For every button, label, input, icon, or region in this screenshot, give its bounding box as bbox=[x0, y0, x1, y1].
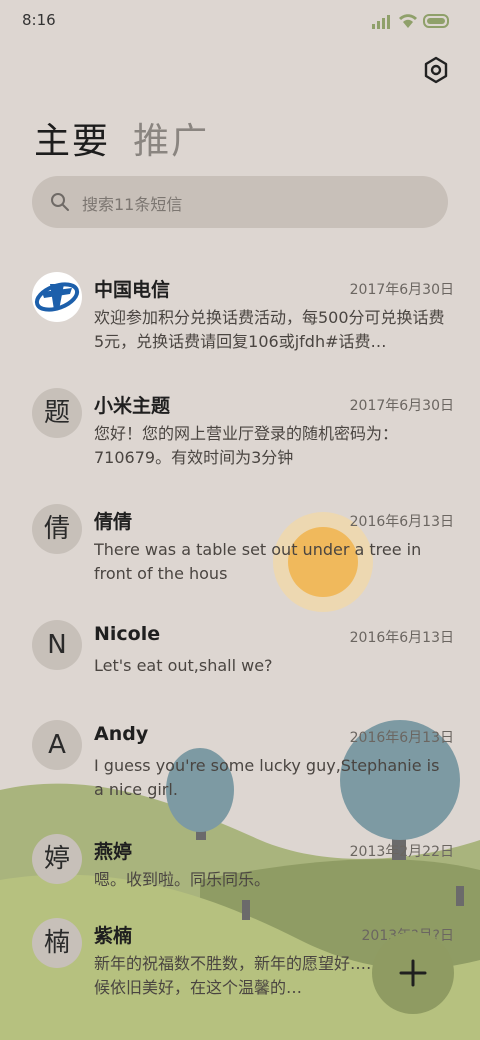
message-date: 2017年6月30日 bbox=[349, 282, 454, 298]
conversation-item[interactable]: 题 小米主题 2017年6月30日 您好！您的网上营业厅登录的随机密码为：710… bbox=[0, 372, 480, 488]
status-icons bbox=[372, 14, 449, 29]
china-telecom-logo-icon bbox=[34, 282, 80, 312]
settings-icon[interactable] bbox=[422, 56, 450, 84]
message-preview: 嗯。收到啦。同乐同乐。 bbox=[94, 870, 271, 889]
message-preview: 您好！您的网上营业厅登录的随机密码为：710679。有效时间为3分钟 bbox=[94, 424, 399, 467]
contact-name: 燕婷 bbox=[94, 841, 133, 863]
tab-primary[interactable]: 主要 bbox=[34, 112, 110, 164]
avatar: 题 bbox=[32, 388, 82, 438]
message-preview: I guess you're some lucky guy,Stephanie … bbox=[94, 756, 440, 799]
message-preview: Let's eat out,shall we? bbox=[94, 656, 273, 675]
status-time: 8:16 bbox=[22, 11, 56, 29]
avatar: 婷 bbox=[32, 834, 82, 884]
avatar: 倩 bbox=[32, 504, 82, 554]
search-placeholder: 搜索11条短信 bbox=[82, 195, 183, 214]
avatar bbox=[32, 272, 82, 322]
message-date: 2016年6月13日 bbox=[349, 730, 454, 746]
conversation-item[interactable]: 中国电信 2017年6月30日 欢迎参加积分兑换话费活动，每500分可兑换话费5… bbox=[0, 256, 480, 372]
battery-icon bbox=[423, 14, 449, 28]
message-preview: There was a table set out under a tree i… bbox=[94, 540, 422, 583]
conversation-item[interactable]: 婷 燕婷 2013年2月22日 嗯。收到啦。同乐同乐。 bbox=[0, 818, 480, 918]
contact-name: Andy bbox=[94, 723, 149, 745]
wifi-icon bbox=[399, 14, 417, 28]
contact-name: 中国电信 bbox=[94, 279, 171, 301]
message-date: 2017年6月30日 bbox=[349, 398, 454, 414]
plus-icon bbox=[399, 959, 427, 987]
message-tabs: 主要 推广 bbox=[34, 112, 227, 164]
tab-promotions[interactable]: 推广 bbox=[133, 112, 209, 164]
search-icon bbox=[51, 193, 69, 211]
conversation-item[interactable]: N Nicole 2016年6月13日 Let's eat out,shall … bbox=[0, 604, 480, 720]
avatar: 楠 bbox=[32, 918, 82, 968]
status-bar: 8:16 bbox=[0, 0, 480, 44]
contact-name: 倩倩 bbox=[94, 511, 133, 533]
message-date: 2013年2月22日 bbox=[349, 844, 454, 860]
contact-name: Nicole bbox=[94, 623, 161, 645]
message-date: 2016年6月13日 bbox=[349, 630, 454, 646]
message-date: 2016年6月13日 bbox=[349, 514, 454, 530]
conversation-item[interactable]: 倩 倩倩 2016年6月13日 There was a table set ou… bbox=[0, 488, 480, 604]
contact-name: 小米主题 bbox=[94, 395, 171, 417]
search-bar[interactable]: 搜索11条短信 bbox=[32, 176, 448, 228]
avatar: N bbox=[32, 620, 82, 670]
conversation-list: 中国电信 2017年6月30日 欢迎参加积分兑换话费活动，每500分可兑换话费5… bbox=[0, 256, 480, 1034]
contact-name: 紫楠 bbox=[94, 925, 133, 947]
signal-icon bbox=[372, 15, 390, 29]
conversation-item[interactable]: A Andy 2016年6月13日 I guess you're some lu… bbox=[0, 720, 480, 818]
new-message-button[interactable] bbox=[372, 932, 454, 1014]
avatar: A bbox=[32, 720, 82, 770]
message-preview: 欢迎参加积分兑换话费活动，每500分可兑换话费5元，兑换话费请回复106或jfd… bbox=[94, 308, 445, 351]
